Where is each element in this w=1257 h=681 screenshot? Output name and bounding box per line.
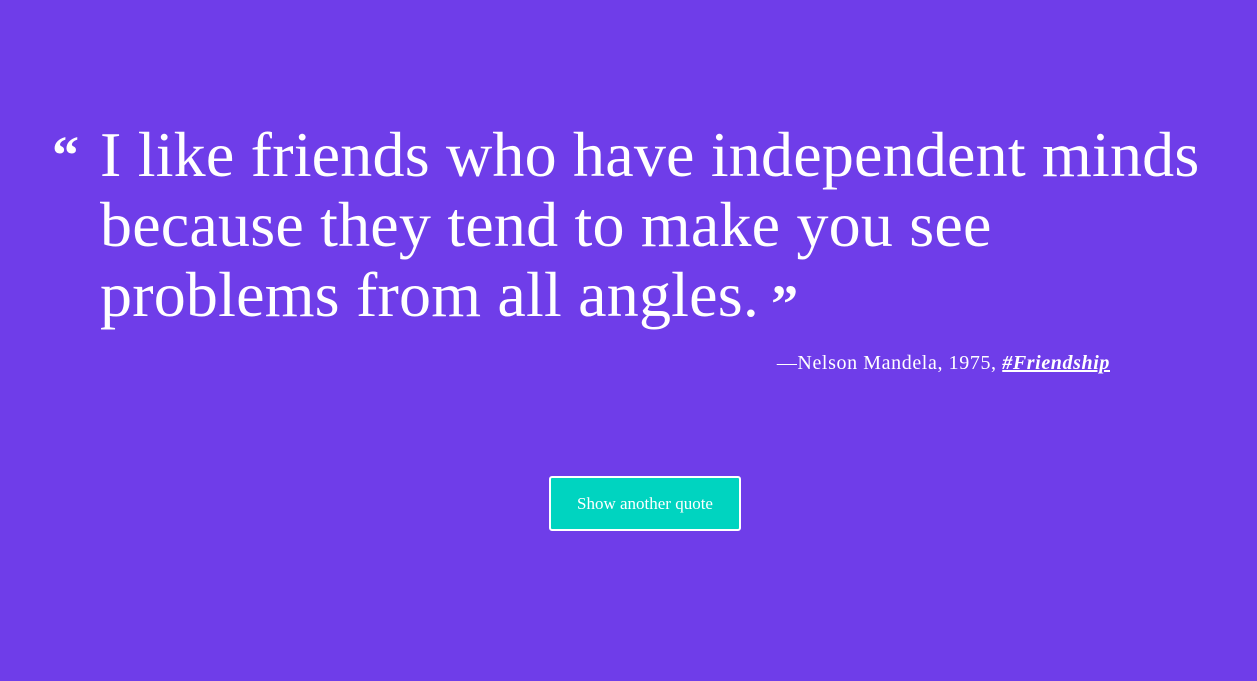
tag-link[interactable]: #Friendship	[1002, 352, 1110, 374]
attribution-author: —Nelson Mandela, 1975,	[776, 352, 1003, 374]
quote-page: “ I like friends who have independent mi…	[0, 0, 1257, 681]
show-another-quote-button[interactable]: Show another quote	[549, 476, 741, 531]
close-quote-mark-icon: ”	[771, 274, 799, 334]
quote-text: I like friends who have independent mind…	[100, 119, 1200, 330]
open-quote-mark-icon: “	[52, 125, 79, 185]
quote-text-container: I like friends who have independent mind…	[100, 119, 1200, 334]
quote-attribution: —Nelson Mandela, 1975, #Friendship	[777, 352, 1110, 375]
quote-block: “ I like friends who have independent mi…	[50, 119, 1200, 334]
